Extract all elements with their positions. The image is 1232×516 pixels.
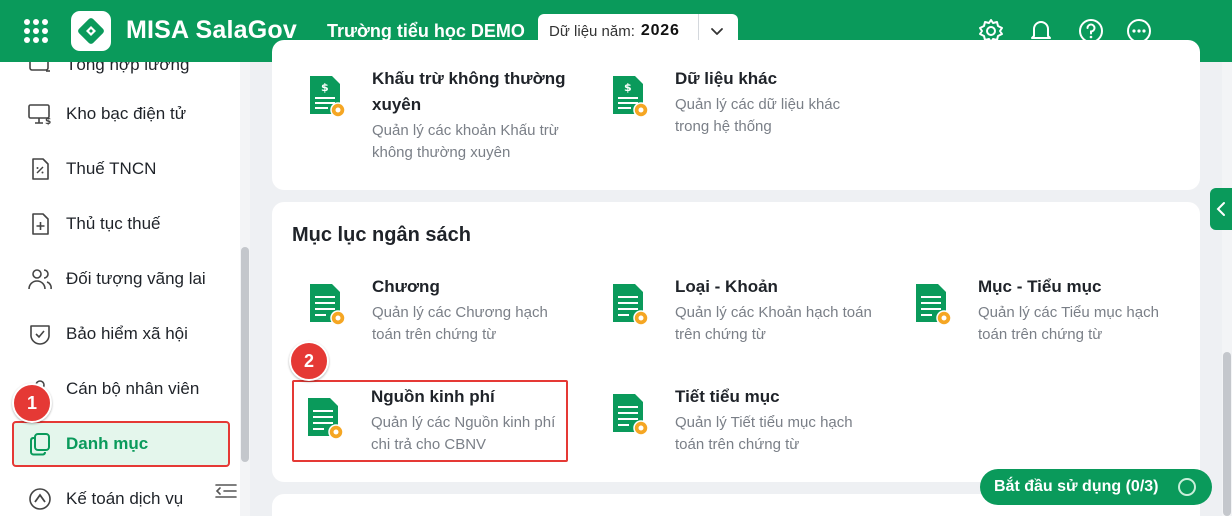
- spreadsheet-gear-icon: $: [310, 76, 346, 118]
- tile-title: Mục - Tiểu mục: [978, 277, 1102, 296]
- get-started-label: Bắt đầu sử dụng (0/3): [994, 478, 1159, 495]
- catalog-icon: [30, 433, 50, 456]
- tile-description: Quản lý Tiết tiểu mục hạch toán trên chứ…: [675, 414, 853, 453]
- spreadsheet-gear-icon: [613, 394, 649, 436]
- tile-title: Nguồn kinh phí: [371, 387, 495, 406]
- year-label: Dữ liệu năm:: [549, 22, 635, 40]
- year-value: 2026: [640, 22, 680, 39]
- tile-subsection-detail[interactable]: Tiết tiểu mục Quản lý Tiết tiểu mục hạch…: [595, 384, 885, 474]
- service-icon: [29, 488, 51, 510]
- sidebar-item-label: Cán bộ nhân viên: [66, 379, 200, 398]
- sidebar-item-service-accounting[interactable]: Kế toán dịch vụ: [12, 476, 230, 516]
- tax-document-icon: [32, 158, 49, 180]
- tile-description: Quản lý các Tiểu mục hạch toán trên chứn…: [978, 304, 1159, 343]
- tile-title: Dữ liệu khác: [675, 69, 778, 88]
- sidebar-item-payroll[interactable]: Tổng hợp lương: [12, 62, 230, 88]
- chevron-down-icon[interactable]: [709, 23, 725, 39]
- sidebar-item-label: Đối tượng vãng lai: [66, 269, 206, 288]
- section-title: Mục lục ngân sách: [292, 224, 471, 246]
- sidebar-item-catalog[interactable]: Danh mục: [12, 421, 230, 467]
- monitor-money-icon: $: [28, 104, 51, 126]
- tile-title: Tiết tiểu mục: [675, 387, 780, 406]
- step-badge-2: 2: [289, 341, 329, 381]
- users-icon: [28, 269, 52, 290]
- sidebar-item-label: Thủ tục thuế: [66, 214, 161, 233]
- school-name[interactable]: Trường tiểu học DEMO: [327, 21, 525, 42]
- tile-description: Quản lý các dữ liệu khác trong hệ thống: [675, 96, 841, 135]
- payroll-icon: [29, 62, 50, 72]
- sidebar-item-label: Danh mục: [66, 434, 149, 453]
- sidebar-item-label: Thuế TNCN: [66, 159, 157, 178]
- svg-text:$: $: [321, 81, 329, 94]
- svg-text:$: $: [45, 117, 51, 126]
- sidebar: Tổng hợp lương $ Kho bạc điện tử Thuế TN…: [0, 62, 250, 516]
- sidebar-item-label: Kế toán dịch vụ: [66, 489, 184, 508]
- app-title: MISA SalaGov: [126, 16, 297, 44]
- tile-description: Quản lý các Khoản hạch toán trên chứng t…: [675, 304, 872, 343]
- sidebar-item-social-insurance[interactable]: Bảo hiểm xã hội: [12, 311, 230, 357]
- chevron-left-icon: [1216, 202, 1225, 216]
- tile-title: Khấu trừ không thường xuyên: [372, 69, 566, 114]
- sidebar-item-pit[interactable]: Thuế TNCN: [12, 146, 230, 192]
- spreadsheet-gear-icon: $: [613, 76, 649, 118]
- spreadsheet-gear-icon: [916, 284, 952, 326]
- progress-ring-icon: [1178, 478, 1196, 496]
- sidebar-item-tax-procedure[interactable]: Thủ tục thuế: [12, 201, 230, 247]
- tile-section-subsection[interactable]: Mục - Tiểu mục Quản lý các Tiểu mục hạch…: [898, 274, 1188, 364]
- apps-grid-icon[interactable]: [24, 19, 48, 43]
- tile-title: Loại - Khoản: [675, 277, 778, 296]
- sidebar-item-label: Bảo hiểm xã hội: [66, 324, 188, 343]
- tile-deduction[interactable]: $ Khấu trừ không thường xuyên Quản lý cá…: [292, 66, 582, 161]
- main-scrollbar[interactable]: [1222, 62, 1232, 516]
- tile-type-item[interactable]: Loại - Khoản Quản lý các Khoản hạch toán…: [595, 274, 885, 364]
- tile-description: Quản lý các khoản Khấu trừ không thường …: [372, 122, 559, 161]
- spreadsheet-gear-icon: [310, 284, 346, 326]
- sidebar-item-e-treasury[interactable]: $ Kho bạc điện tử: [12, 91, 230, 137]
- tile-funding-source[interactable]: Nguồn kinh phí Quản lý các Nguồn kinh ph…: [292, 380, 568, 462]
- sidebar-item-visitors[interactable]: Đối tượng vãng lai: [12, 256, 230, 302]
- tile-description: Quản lý các Chương hạch toán trên chứng …: [372, 304, 548, 343]
- side-panel-toggle[interactable]: [1210, 188, 1232, 230]
- shield-icon: [30, 325, 50, 345]
- step-badge-1: 1: [12, 383, 52, 423]
- svg-text:$: $: [624, 81, 632, 94]
- spreadsheet-gear-icon: [308, 398, 344, 440]
- app-logo-icon: [71, 11, 111, 51]
- collapse-sidebar-icon[interactable]: [214, 480, 238, 502]
- tile-chapter[interactable]: Chương Quản lý các Chương hạch toán trên…: [292, 274, 582, 364]
- sidebar-item-label: Kho bạc điện tử: [66, 104, 187, 123]
- tile-title: Chương: [372, 277, 440, 296]
- sidebar-scrollbar[interactable]: [240, 62, 250, 516]
- tile-other-data[interactable]: $ Dữ liệu khác Quản lý các dữ liệu khác …: [595, 66, 885, 156]
- get-started-button[interactable]: Bắt đầu sử dụng (0/3): [980, 469, 1212, 505]
- tile-description: Quản lý các Nguồn kinh phí chi trả cho C…: [371, 414, 556, 453]
- spreadsheet-gear-icon: [613, 284, 649, 326]
- document-plus-icon: [32, 213, 49, 235]
- sidebar-item-label: Tổng hợp lương: [66, 62, 190, 74]
